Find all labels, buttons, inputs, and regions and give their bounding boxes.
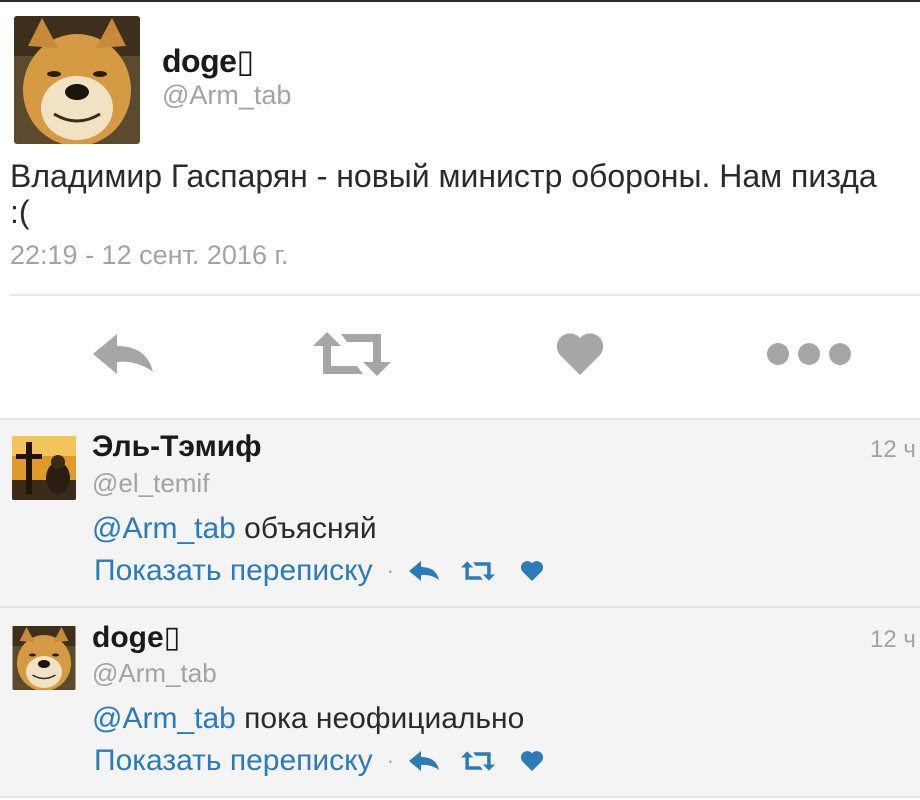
like-icon <box>556 333 604 375</box>
reply-time: 12 ч <box>870 626 916 653</box>
reply-divider <box>0 606 920 608</box>
separator: · <box>386 558 394 583</box>
like-button[interactable] <box>512 746 552 776</box>
reply-footer: Показать переписку · <box>94 554 566 588</box>
reply-body: пока неофициально <box>235 702 525 735</box>
show-conversation-link[interactable]: Показать переписку <box>94 554 373 588</box>
retweet-button[interactable] <box>458 746 498 776</box>
more-icon <box>767 343 851 365</box>
doge-avatar-image <box>14 16 140 144</box>
main-tweet: doge▯ @Arm_tab Владимир Гаспарян - новый… <box>0 2 920 418</box>
reply-divider <box>0 418 920 420</box>
author-handle[interactable]: @Arm_tab <box>162 80 291 111</box>
author-name[interactable]: doge▯ <box>162 42 254 80</box>
reply-body: объясняй <box>235 512 377 545</box>
author-avatar[interactable] <box>14 16 140 144</box>
mention-link[interactable]: @Arm_tab <box>92 512 236 545</box>
like-icon <box>520 561 544 582</box>
reply-text: @Arm_tab пока неофициально <box>92 702 524 736</box>
reply-time: 12 ч <box>870 436 916 463</box>
retweet-icon <box>313 332 391 376</box>
more-button[interactable] <box>764 326 854 382</box>
tweet-timestamp[interactable]: 22:19 - 12 сент. 2016 г. <box>10 240 289 271</box>
reply-icon <box>408 751 439 771</box>
reply-icon <box>408 561 439 581</box>
reply-item[interactable]: Эль-Тэмиф @el_temif 12 ч @Arm_tab объясн… <box>0 418 920 606</box>
retweet-button[interactable] <box>458 556 498 586</box>
reply-footer: Показать переписку · <box>94 744 566 778</box>
like-button[interactable] <box>512 556 552 586</box>
like-button[interactable] <box>552 326 608 382</box>
show-conversation-link[interactable]: Показать переписку <box>94 744 373 778</box>
reply-button[interactable] <box>404 746 444 776</box>
cross-avatar-image <box>12 436 76 500</box>
reply-avatar[interactable] <box>12 436 76 500</box>
retweet-icon <box>460 561 495 581</box>
reply-avatar[interactable] <box>12 626 76 690</box>
tweet-text: Владимир Гаспарян - новый министр оборон… <box>10 158 877 230</box>
reply-author-name[interactable]: Эль-Тэмиф <box>92 430 261 464</box>
reply-icon <box>93 334 153 374</box>
retweet-icon <box>460 751 495 771</box>
retweet-button[interactable] <box>312 326 392 382</box>
reply-divider <box>0 796 920 798</box>
like-icon <box>520 751 544 772</box>
reply-text: @Arm_tab объясняй <box>92 512 377 546</box>
separator: · <box>386 748 394 773</box>
reply-button[interactable] <box>404 556 444 586</box>
reply-author-handle[interactable]: @Arm_tab <box>92 658 217 689</box>
doge-avatar-image <box>12 626 76 690</box>
mention-link[interactable]: @Arm_tab <box>92 702 236 735</box>
reply-author-handle[interactable]: @el_temif <box>92 468 209 499</box>
reply-button[interactable] <box>88 326 158 382</box>
divider <box>10 294 920 296</box>
reply-author-name[interactable]: doge▯ <box>92 620 180 655</box>
reply-item[interactable]: doge▯ @Arm_tab 12 ч @Arm_tab пока неофиц… <box>0 608 920 796</box>
